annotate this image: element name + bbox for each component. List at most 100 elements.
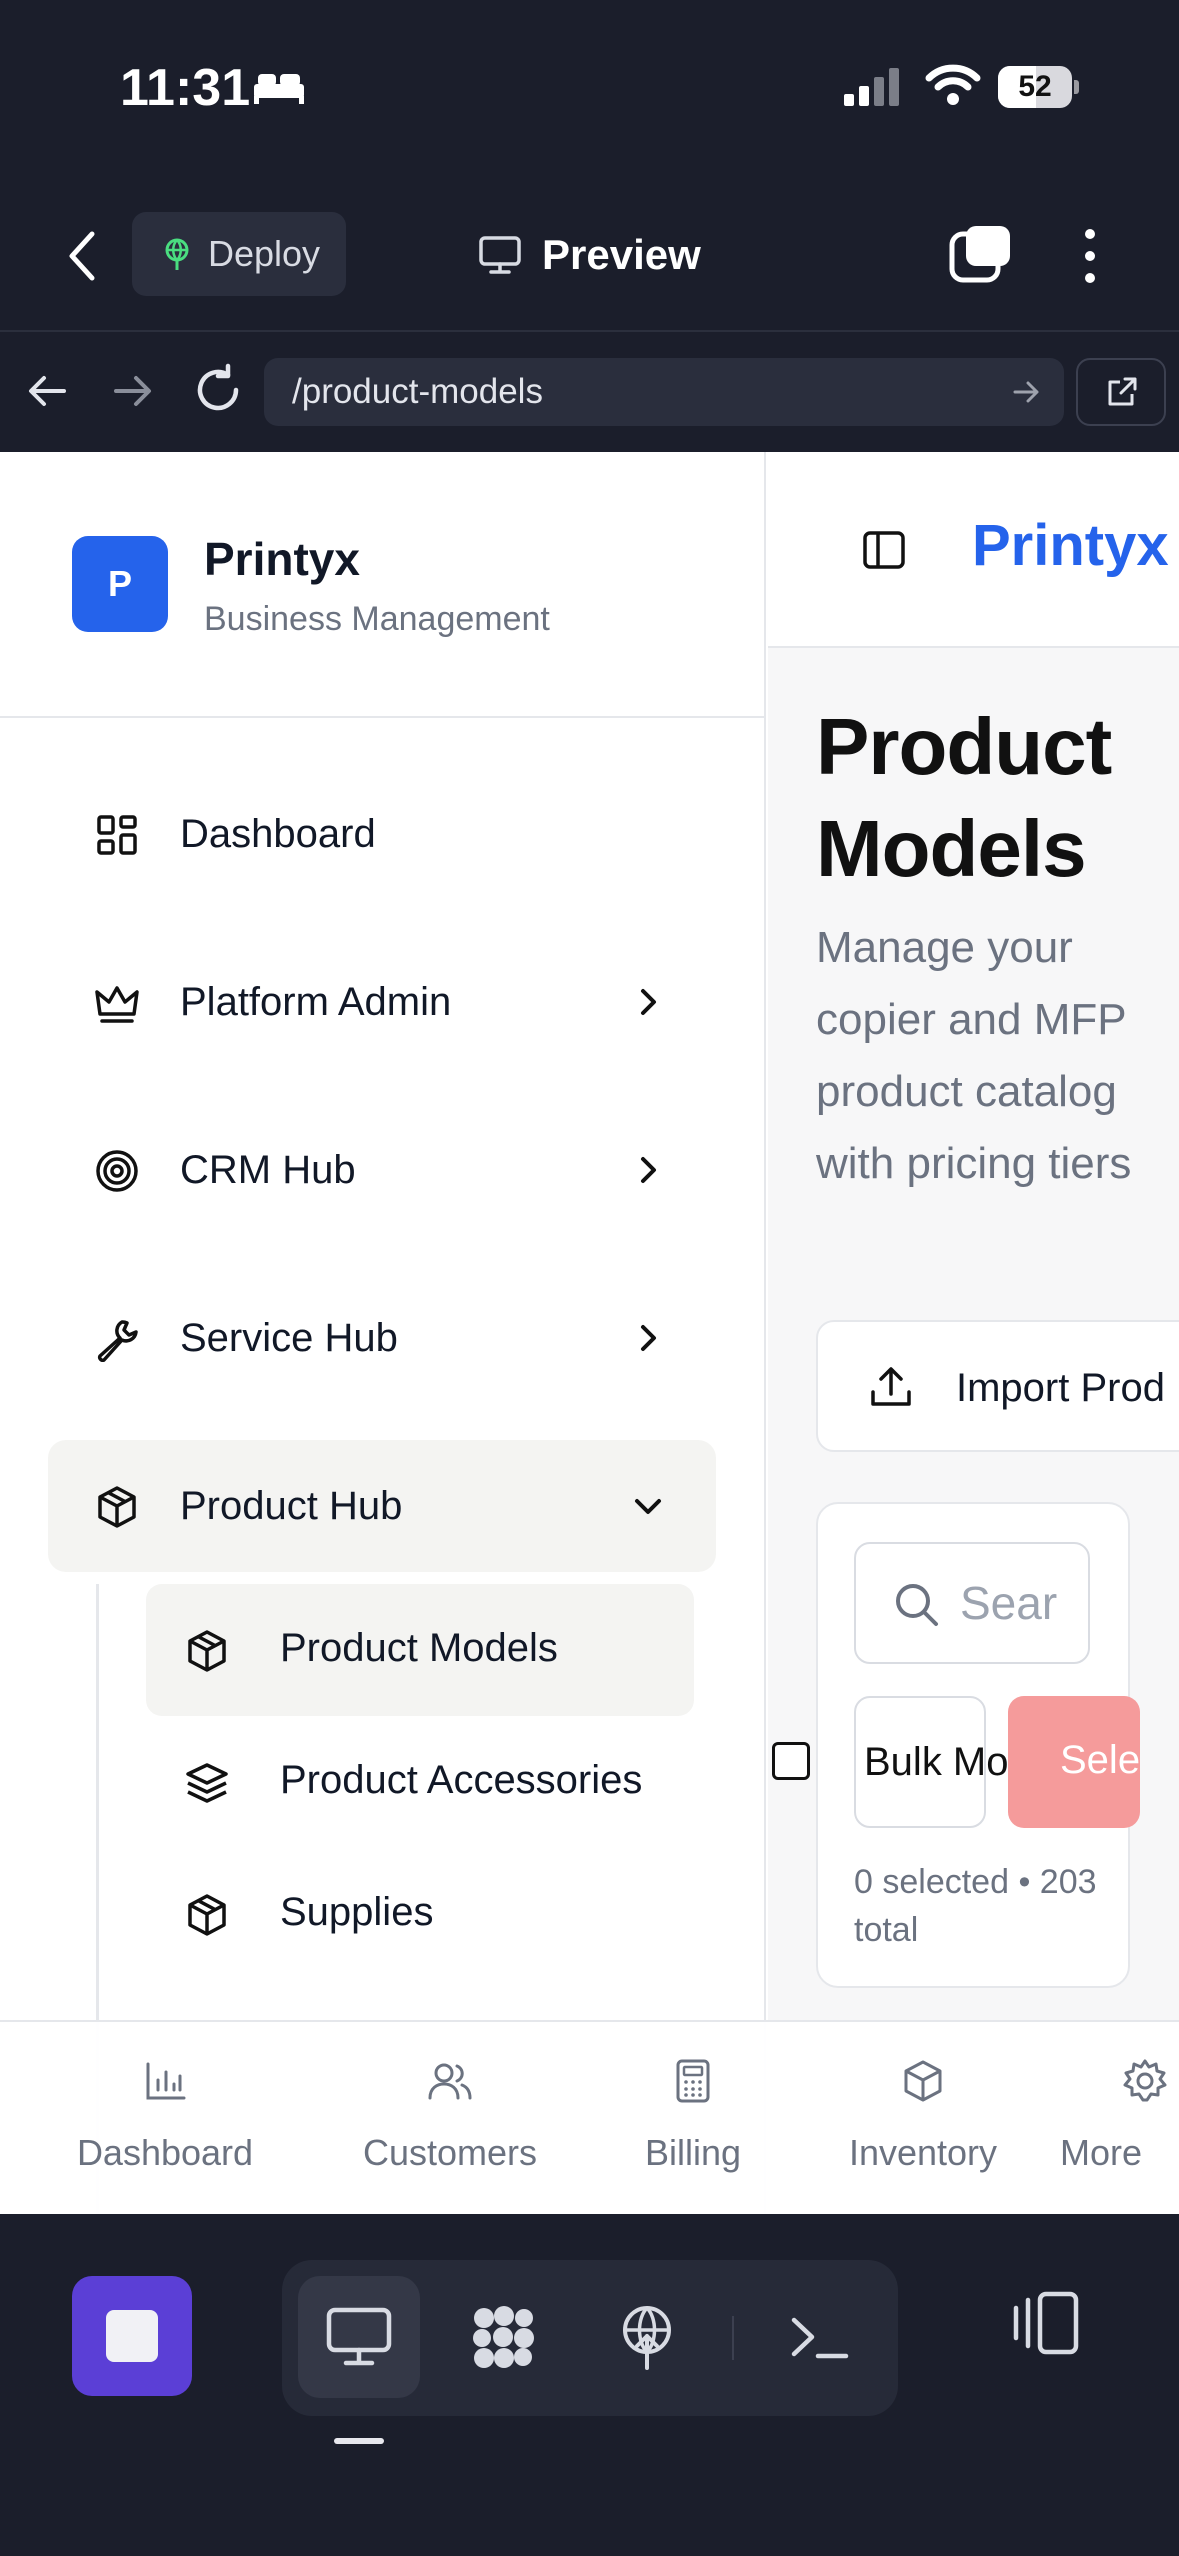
sidebar-item-label: Platform Admin: [180, 979, 452, 1024]
chevron-right-icon: [641, 989, 656, 1015]
products-filter-card: Bulk Mode Sele 0 selected • 203 total: [816, 1502, 1140, 1988]
sidebar-item-product-hub[interactable]: Product Hub: [48, 1440, 716, 1572]
url-text: /product-models: [292, 372, 543, 411]
wifi-icon: [925, 64, 981, 105]
crown-icon: [95, 986, 139, 1023]
gear-icon: [1123, 2059, 1167, 2102]
search-field[interactable]: [854, 1542, 1090, 1664]
tab-customers[interactable]: Customers: [320, 2022, 580, 2214]
deploy-label: Deploy: [208, 233, 321, 274]
dashboard-icon: [97, 815, 137, 855]
tab-label: Inventory: [848, 2132, 998, 2173]
app-tab-bar: Dashboard Customers Billing Inventory Mo…: [0, 2020, 1179, 2214]
sidebar-item-service-hub[interactable]: Service Hub: [48, 1272, 716, 1404]
tab-billing[interactable]: Billing: [600, 2022, 786, 2214]
status-time: 11:31: [120, 59, 251, 117]
wrench-icon: [97, 1320, 138, 1362]
arrow-right-icon[interactable]: [108, 366, 158, 416]
sidebar-item-label: CRM Hub: [180, 1147, 356, 1192]
page-description: Manage your copier and MFP product catal…: [816, 923, 1132, 1188]
tab-label: Billing: [644, 2132, 742, 2173]
sidebar-subitem-product-accessories[interactable]: Product Accessories: [146, 1716, 694, 1848]
sidebar-item-platform-admin[interactable]: Platform Admin: [48, 936, 716, 1068]
browser-toolbar: /product-models: [0, 330, 1179, 452]
chevron-right-icon: [641, 1157, 656, 1183]
tabs-switcher-icon[interactable]: [948, 222, 1014, 288]
sidebar-item-dashboard[interactable]: Dashboard: [48, 768, 716, 900]
tab-dashboard[interactable]: Dashboard: [40, 2022, 290, 2214]
header-brand[interactable]: Printyx: [972, 512, 1169, 579]
web-preview: P Printyx Business Management Dashboard …: [0, 452, 1179, 2214]
reload-icon[interactable]: [190, 362, 246, 418]
dock-separator: [732, 2316, 734, 2360]
sidebar-subitem-label: Product Models: [280, 1626, 558, 1670]
app-bar: Deploy Preview: [0, 180, 1179, 330]
selection-summary: 0 selected • 203 total: [854, 1863, 1097, 1949]
stop-button[interactable]: [72, 2276, 192, 2396]
deploy-button[interactable]: Deploy: [132, 212, 346, 296]
monitor-icon: [479, 236, 521, 274]
box-icon: [98, 1486, 136, 1528]
bulk-mode-button[interactable]: Bulk Mode: [854, 1696, 1053, 1828]
import-products-button[interactable]: Import Prod: [816, 1320, 1179, 1452]
delete-selected-button[interactable]: Sele: [1008, 1696, 1140, 1828]
bottom-dock: [0, 2214, 1179, 2556]
tab-more[interactable]: More: [1060, 2022, 1179, 2214]
brand-name: Printyx: [204, 533, 360, 585]
go-arrow-icon[interactable]: [1010, 376, 1042, 408]
preview-label: Preview: [542, 231, 701, 278]
dock-preview-button[interactable]: [298, 2276, 420, 2398]
preview-title: Preview: [478, 220, 701, 290]
sidebar-brand: P Printyx Business Management: [0, 452, 766, 718]
delete-selected-label: Sele: [1060, 1738, 1140, 1782]
sidebar-subitem-label: Supplies: [280, 1890, 434, 1934]
tab-inventory[interactable]: Inventory: [810, 2022, 1036, 2214]
cluster-icon: [473, 2306, 534, 2368]
bed-icon: [254, 74, 304, 104]
dock-workflows-button[interactable]: [442, 2276, 564, 2398]
more-options-icon[interactable]: [1070, 224, 1110, 288]
upload-icon: [871, 1367, 911, 1406]
search-input[interactable]: [960, 1544, 1088, 1662]
tab-label: Dashboard: [76, 2132, 254, 2173]
brand-subtitle: Business Management: [204, 600, 550, 638]
tab-active-indicator: [334, 2438, 384, 2444]
back-chevron-icon[interactable]: [58, 226, 108, 286]
box-icon: [188, 1894, 226, 1936]
box-icon: [904, 2060, 942, 2102]
box-icon: [188, 1630, 226, 1672]
select-all-checkbox[interactable]: [772, 1742, 810, 1780]
main-content: Printyx Product Models Manage your copie…: [768, 452, 1179, 2214]
calculator-icon: [676, 2059, 710, 2103]
arrow-left-icon[interactable]: [22, 366, 72, 416]
sidebar-subitem-supplies[interactable]: Supplies: [146, 1848, 694, 1980]
monitor-icon: [326, 2307, 392, 2366]
search-icon: [896, 1584, 938, 1626]
target-icon: [96, 1150, 138, 1192]
sidebar-toggle-icon[interactable]: [860, 526, 908, 574]
cellular-signal-icon: [844, 68, 899, 106]
external-link-icon: [1108, 377, 1137, 406]
users-icon: [428, 2063, 472, 2100]
sidebar-item-label: Dashboard: [180, 811, 376, 856]
page-title: Product Models: [816, 702, 1112, 893]
layers-icon: [186, 1763, 228, 1803]
open-external-button[interactable]: [1076, 358, 1166, 426]
url-input[interactable]: /product-models: [264, 358, 1064, 426]
import-button-label: Import Prod: [956, 1366, 1165, 1410]
sidebar-item-label: Service Hub: [180, 1315, 398, 1360]
sidebar-subitem-product-models[interactable]: Product Models: [146, 1584, 694, 1716]
deploy-icon: [623, 2306, 671, 2370]
bar-chart-icon: [146, 2062, 186, 2100]
dock-deploy-button[interactable]: [586, 2276, 708, 2398]
chevron-down-icon: [635, 1499, 661, 1514]
sidebar: P Printyx Business Management Dashboard …: [0, 452, 766, 2214]
sidebar-item-crm-hub[interactable]: CRM Hub: [48, 1104, 716, 1236]
dock-tool-group: [282, 2260, 898, 2416]
sidebar-item-label: Product Hub: [180, 1483, 403, 1528]
battery-percent: 52: [1018, 70, 1052, 103]
layout-toggle-icon[interactable]: [1006, 2284, 1086, 2364]
main-header: Printyx: [768, 452, 1179, 648]
dock-console-button[interactable]: [758, 2276, 880, 2398]
tab-label: Customers: [362, 2132, 538, 2173]
